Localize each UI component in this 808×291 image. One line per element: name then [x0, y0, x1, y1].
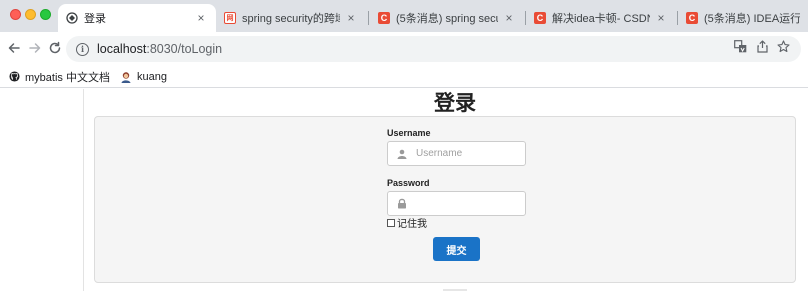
- bookmark-kuang[interactable]: kuang: [120, 71, 167, 83]
- translate-icon[interactable]: [733, 39, 747, 53]
- bookmark-star-icon[interactable]: [776, 39, 790, 53]
- tab-title: (5条消息) spring security CSR: [396, 13, 498, 25]
- username-field[interactable]: [387, 141, 526, 166]
- page-divider: [83, 89, 84, 291]
- browser-toolbar: i localhost :8030/toLogin: [0, 32, 808, 66]
- close-tab-icon[interactable]: ×: [654, 11, 668, 25]
- page-viewport: 登录 Username Password 记住我 提交: [0, 89, 808, 291]
- tab-idea-slow[interactable]: C (5条消息) IDEA运行缓慢卡: [678, 4, 808, 32]
- tab-idea-csdn-search[interactable]: C 解决idea卡顿- CSDN搜索 ×: [526, 4, 676, 32]
- tab-login[interactable]: 登录 ×: [58, 4, 216, 32]
- close-tab-icon[interactable]: ×: [344, 11, 358, 25]
- maximize-window-button[interactable]: [40, 9, 51, 20]
- avatar-icon: [120, 71, 132, 83]
- back-button[interactable]: [5, 39, 23, 57]
- page-title: 登录: [434, 92, 476, 115]
- bookmark-label: mybatis 中文文档: [25, 71, 110, 84]
- remember-me[interactable]: 记住我: [387, 215, 427, 230]
- forward-button[interactable]: [26, 39, 44, 57]
- username-input[interactable]: [416, 148, 516, 159]
- csdn-icon: C: [534, 12, 546, 24]
- remember-checkbox[interactable]: [387, 218, 395, 227]
- reload-button[interactable]: [46, 39, 64, 57]
- url-host: localhost: [97, 42, 147, 56]
- csdn-icon: C: [378, 12, 390, 24]
- user-icon: [396, 148, 408, 160]
- tab-spring-security-csr-2[interactable]: C (5条消息) spring security CSR ×: [370, 4, 524, 32]
- csdn-outline-icon: 网: [224, 12, 236, 24]
- share-icon[interactable]: [755, 39, 769, 53]
- minimize-window-button[interactable]: [25, 9, 36, 20]
- close-window-button[interactable]: [10, 9, 21, 20]
- submit-button[interactable]: 提交: [433, 237, 480, 261]
- login-form: Username Password 记住我 提交: [94, 116, 796, 283]
- remember-label: 记住我: [397, 219, 427, 230]
- site-info-icon[interactable]: i: [76, 42, 89, 56]
- bookmarks-bar: mybatis 中文文档 kuang: [0, 66, 808, 88]
- csdn-icon: C: [686, 12, 698, 24]
- close-tab-icon[interactable]: ×: [502, 11, 516, 25]
- globe-icon: [66, 12, 78, 24]
- browser-tab-strip: 登录 × 网 spring security的跨域保护(CSR × C (5条消…: [0, 0, 808, 32]
- github-icon: [8, 71, 20, 83]
- address-bar[interactable]: i localhost :8030/toLogin: [66, 36, 801, 62]
- tab-separator: [368, 11, 369, 25]
- tab-title: 解决idea卡顿- CSDN搜索: [552, 13, 650, 25]
- username-label: Username: [387, 128, 431, 138]
- bookmark-mybatis[interactable]: mybatis 中文文档: [8, 69, 110, 85]
- close-tab-icon[interactable]: ×: [194, 11, 208, 25]
- password-label: Password: [387, 178, 430, 188]
- password-field[interactable]: [387, 191, 526, 216]
- tab-title: spring security的跨域保护(CSR: [242, 13, 340, 25]
- tab-title: (5条消息) IDEA运行缓慢卡: [704, 13, 800, 25]
- lock-icon: [396, 198, 408, 210]
- url-path: :8030/toLogin: [146, 42, 223, 56]
- tab-spring-security-csrf[interactable]: 网 spring security的跨域保护(CSR ×: [216, 4, 366, 32]
- tab-title: 登录: [84, 13, 106, 25]
- password-input[interactable]: [416, 198, 516, 209]
- bookmark-label: kuang: [136, 70, 167, 83]
